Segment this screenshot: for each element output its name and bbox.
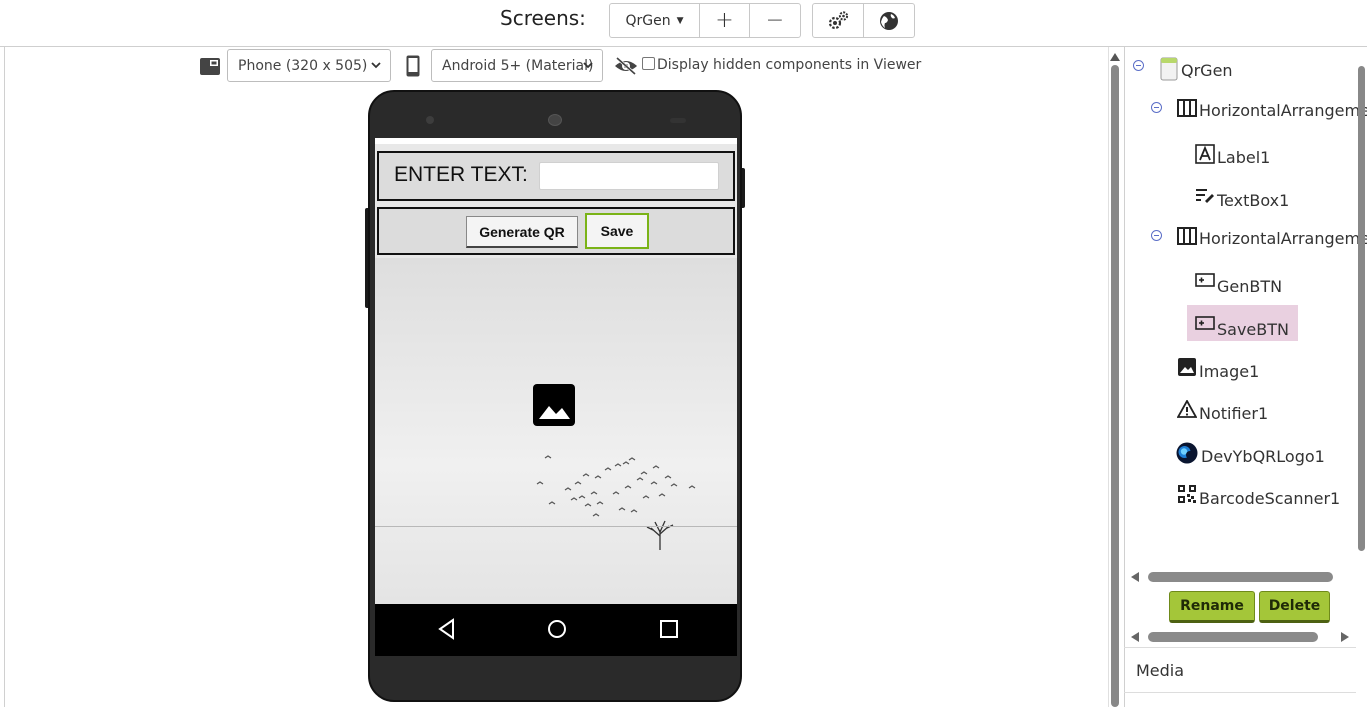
tree-item-label: DevYbQRLogo1 (1201, 447, 1325, 466)
recents-icon (660, 620, 678, 638)
front-camera (426, 116, 434, 124)
screen-icon (1159, 57, 1179, 80)
screen-dropdown-label: QrGen (625, 12, 671, 29)
viewer-scroll-thumb[interactable] (1111, 65, 1119, 707)
tree-item-label1[interactable]: Label1 (1195, 140, 1270, 167)
top-toolbar: Screens: QrGen ▼ + − (0, 0, 1367, 47)
tree-item-savebtn[interactable]: SaveBTN (1195, 312, 1289, 339)
buttons-horizontal-scroll-thumb[interactable] (1148, 632, 1318, 642)
minus-icon: − (765, 8, 785, 33)
app-screen: ENTER TEXT: Generate QR Save (375, 138, 737, 604)
chevron-down-icon (583, 62, 593, 69)
tablet-size-icon (200, 58, 220, 75)
tree-item-image1[interactable]: Image1 (1177, 354, 1259, 381)
remove-screen-button[interactable]: − (750, 4, 800, 37)
back-icon (438, 618, 454, 640)
phone-frame: ENTER TEXT: Generate QR Save (368, 90, 742, 702)
button-icon (1195, 272, 1215, 293)
display-hidden-checkbox[interactable] (642, 57, 655, 70)
tree-vertical-scroll-thumb[interactable] (1358, 66, 1365, 551)
tree-horizontal-scroll-thumb[interactable] (1148, 572, 1333, 582)
image-icon (1177, 357, 1197, 378)
birds-illustration (536, 455, 696, 550)
tree-item-label: HorizontalArrangement2 (1199, 229, 1367, 248)
tree-item-label: HorizontalArrangement1 (1199, 101, 1367, 120)
media-title: Media (1136, 661, 1185, 680)
tree-item-devybqrlogo1[interactable]: DevYbQRLogo1 (1175, 437, 1325, 466)
theme-select[interactable]: Android 5+ (Material) (431, 49, 603, 82)
chevron-down-icon (371, 62, 381, 69)
tree-item-label: GenBTN (1217, 277, 1283, 296)
phone-preview-icon (406, 55, 420, 77)
extension-logo-icon (1175, 442, 1199, 463)
horizon-line (375, 526, 737, 527)
left-border (4, 47, 5, 707)
textbox-icon (1195, 187, 1215, 207)
media-section[interactable]: Media (1124, 647, 1356, 693)
proximity-sensor (670, 118, 686, 123)
collapse-toggle-harr2[interactable] (1151, 230, 1162, 241)
notifier-icon (1177, 399, 1197, 420)
rename-button[interactable]: Rename (1169, 591, 1255, 623)
viewer-toolbar: Phone (320 x 505) Android 5+ (Material) … (0, 49, 1100, 83)
label1[interactable]: ENTER TEXT: (394, 163, 528, 187)
button-icon (1195, 315, 1215, 336)
image-placeholder-icon (533, 384, 575, 426)
tree-item-label: BarcodeScanner1 (1199, 489, 1341, 508)
collapse-toggle-harr1[interactable] (1151, 102, 1162, 113)
horizontal-arrangement-2[interactable]: Generate QR Save (377, 207, 735, 255)
eye-off-icon (615, 56, 637, 76)
earpiece-speaker (548, 114, 562, 126)
horizontal-arrangement-icon (1177, 99, 1197, 119)
horizontal-arrangement-icon (1177, 227, 1197, 247)
scroll-left-icon[interactable] (1131, 572, 1139, 582)
tree-item-label: SaveBTN (1217, 320, 1289, 339)
screen-top-edge (375, 138, 737, 144)
android-nav-bar (375, 604, 737, 656)
scroll-right-icon[interactable] (1341, 632, 1349, 642)
label-icon (1195, 143, 1215, 164)
screen-controls: QrGen ▼ + − (609, 3, 801, 38)
tree-item-textbox1[interactable]: TextBox1 (1195, 183, 1289, 210)
globe-icon (880, 11, 898, 30)
gears-icon (828, 10, 849, 29)
app-inventor-designer: Screens: QrGen ▼ + − Phone (320 x 505) A… (0, 0, 1367, 707)
theme-value: Android 5+ (Material) (442, 57, 594, 74)
scroll-left-icon[interactable] (1131, 632, 1139, 642)
display-hidden-label: Display hidden components in Viewer (657, 57, 922, 73)
tree-item-label: Notifier1 (1199, 404, 1269, 423)
textbox1[interactable] (539, 162, 719, 190)
add-screen-button[interactable]: + (700, 4, 750, 37)
tree-item-label: QrGen (1181, 61, 1233, 80)
display-hidden-toggle[interactable]: Display hidden components in Viewer (642, 57, 921, 73)
tree-item-qrgen[interactable]: QrGen (1159, 53, 1233, 80)
project-tools (812, 3, 915, 38)
tree-item-genbtn[interactable]: GenBTN (1195, 269, 1282, 296)
screen-dropdown[interactable]: QrGen ▼ (610, 4, 700, 37)
device-size-select[interactable]: Phone (320 x 505) (227, 49, 391, 82)
home-icon (548, 620, 566, 638)
viewer-scrollbar[interactable] (1108, 47, 1122, 707)
horizontal-arrangement-1[interactable]: ENTER TEXT: (377, 151, 735, 201)
caret-down-icon: ▼ (676, 15, 684, 26)
barcode-scanner-icon (1177, 484, 1197, 505)
project-properties-button[interactable] (813, 4, 864, 37)
tree-item-horizontalarrangement1[interactable]: HorizontalArrangement1 (1177, 98, 1367, 120)
image1[interactable] (375, 258, 737, 604)
tree-item-notifier1[interactable]: Notifier1 (1177, 396, 1268, 423)
plus-icon: + (715, 8, 734, 33)
gen-btn[interactable]: Generate QR (466, 216, 578, 248)
tree-item-barcodescanner1[interactable]: BarcodeScanner1 (1177, 481, 1340, 508)
collapse-toggle-qrgen[interactable] (1133, 60, 1144, 71)
tree-item-label: Image1 (1199, 362, 1260, 381)
screens-label: Screens: (500, 6, 586, 30)
save-btn[interactable]: Save (585, 213, 649, 249)
delete-button[interactable]: Delete (1259, 591, 1330, 623)
tree-item-label: TextBox1 (1217, 191, 1290, 210)
tree-item-horizontalarrangement2[interactable]: HorizontalArrangement2 (1177, 226, 1367, 248)
scroll-up-icon[interactable] (1110, 53, 1120, 61)
device-size-value: Phone (320 x 505) (238, 57, 368, 74)
tree-item-label: Label1 (1217, 148, 1271, 167)
language-button[interactable] (864, 4, 914, 37)
